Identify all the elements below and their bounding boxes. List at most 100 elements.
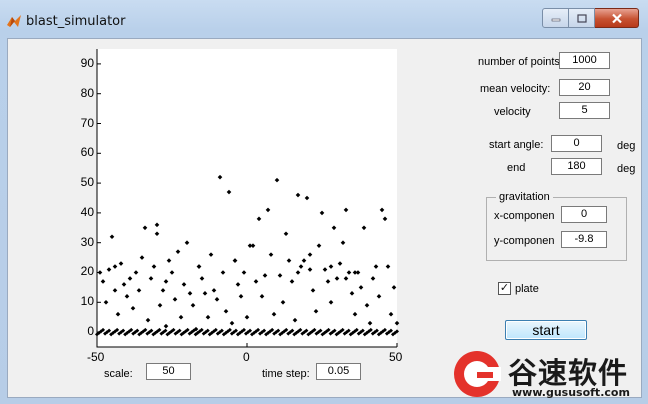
ytick-label: 10 — [80, 294, 94, 308]
ytick-label: 50 — [80, 175, 94, 189]
data-point — [178, 314, 184, 320]
minimize-icon — [551, 18, 560, 22]
data-point — [337, 261, 343, 266]
data-point — [235, 282, 241, 287]
data-point — [139, 255, 145, 260]
data-point — [208, 252, 214, 257]
plate-label: plate — [515, 283, 539, 295]
data-point — [382, 216, 388, 222]
end-angle-label: end — [507, 162, 526, 174]
plate-checkbox[interactable]: ✓ — [498, 282, 511, 295]
data-point — [310, 288, 316, 293]
data-point — [190, 302, 196, 308]
data-point — [286, 258, 292, 263]
data-point — [244, 314, 250, 320]
data-point — [118, 261, 124, 266]
data-point — [385, 264, 391, 269]
data-point — [238, 294, 244, 299]
data-point — [217, 174, 223, 180]
ytick-label: 80 — [80, 86, 94, 100]
close-icon — [611, 13, 622, 23]
xtick-label: -50 — [87, 350, 105, 364]
data-point — [265, 207, 271, 213]
start-button[interactable]: start — [505, 320, 587, 340]
data-point — [133, 270, 139, 275]
ytick-label: 30 — [80, 235, 94, 249]
data-point — [229, 320, 235, 326]
time-step-input[interactable]: 0.05 — [316, 363, 361, 380]
data-point — [343, 207, 349, 213]
data-point — [196, 264, 202, 269]
data-point — [295, 270, 301, 275]
data-point — [109, 234, 115, 240]
data-point — [364, 302, 370, 308]
data-point — [346, 270, 352, 275]
ytick-label: 70 — [80, 116, 94, 130]
y-component-label: y-componen — [494, 235, 555, 247]
start-angle-unit: deg — [617, 140, 636, 152]
data-point — [280, 300, 286, 305]
ytick-label: 0 — [87, 324, 94, 338]
close-button[interactable] — [595, 8, 639, 28]
end-angle-input[interactable]: 180 — [551, 158, 602, 175]
window-title: blast_simulator — [26, 14, 126, 29]
data-point — [259, 294, 265, 299]
data-point — [250, 243, 256, 248]
data-point — [262, 273, 268, 278]
maximize-button[interactable] — [569, 8, 595, 28]
data-point — [343, 276, 349, 281]
data-point — [211, 288, 217, 293]
data-point — [106, 267, 112, 272]
data-point — [172, 297, 178, 302]
data-point — [154, 231, 160, 237]
data-point — [328, 300, 334, 305]
mean-velocity-input[interactable]: 20 — [559, 79, 610, 96]
ytick-label: 20 — [80, 264, 94, 278]
data-point — [349, 291, 355, 296]
data-point — [334, 276, 340, 281]
y-component-input[interactable]: -9.8 — [561, 231, 607, 248]
end-angle-unit: deg — [617, 163, 636, 175]
data-point — [103, 300, 109, 305]
data-point — [112, 264, 118, 269]
data-point — [313, 308, 319, 314]
data-point — [214, 297, 220, 302]
time-step-label: time step: — [262, 368, 310, 380]
data-point — [304, 195, 310, 201]
scale-input[interactable]: 50 — [146, 363, 191, 380]
data-point — [316, 243, 322, 248]
data-point — [148, 276, 154, 281]
axis-lines — [96, 49, 397, 348]
data-point — [142, 225, 148, 231]
data-point — [199, 276, 205, 281]
scale-label: scale: — [104, 368, 133, 380]
data-point — [391, 285, 397, 290]
xtick-label: 50 — [389, 350, 403, 364]
data-point — [175, 249, 181, 254]
ytick-label: 90 — [80, 56, 94, 70]
watermark-logo — [454, 351, 501, 397]
data-point — [352, 311, 358, 317]
data-point — [145, 317, 151, 323]
minimize-button[interactable] — [542, 8, 569, 28]
data-point — [136, 288, 142, 293]
data-point — [256, 216, 262, 222]
ytick-label: 40 — [80, 205, 94, 219]
data-point — [283, 231, 289, 237]
data-point — [271, 311, 277, 317]
matlab-icon — [7, 15, 21, 27]
data-point — [331, 225, 337, 231]
data-point — [328, 264, 334, 269]
mean-velocity-label: mean velocity: — [480, 83, 551, 95]
data-point — [358, 285, 364, 290]
data-point — [220, 270, 226, 275]
title-bar[interactable]: blast_simulator — [0, 0, 648, 38]
data-point — [232, 258, 238, 263]
start-angle-input[interactable]: 0 — [551, 135, 602, 152]
x-component-input[interactable]: 0 — [561, 206, 607, 223]
data-point — [127, 276, 133, 281]
data-point — [307, 252, 313, 257]
num-points-input[interactable]: 1000 — [559, 52, 610, 69]
velocity-input[interactable]: 5 — [559, 102, 610, 119]
data-point — [352, 270, 358, 275]
